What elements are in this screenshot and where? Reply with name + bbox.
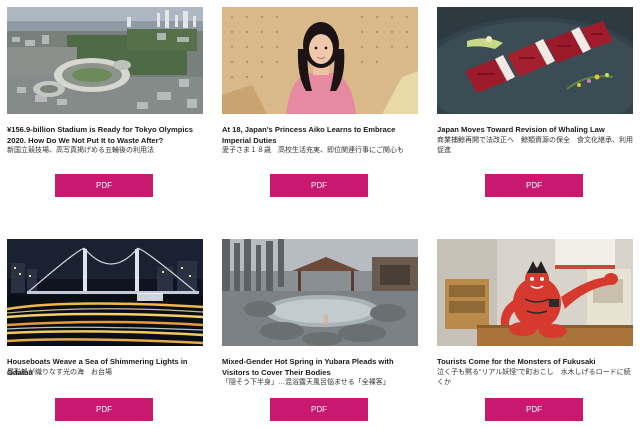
article-subtitle: 泣く子も黙る“リアル妖怪”で町おこし 水木しげるロードに続くか — [437, 369, 631, 386]
article-subtitle: 「隠そう下半身」…混浴露天風呂悩ませる「全裸客」 — [222, 379, 390, 386]
monster-statue-thumbnail[interactable] — [437, 239, 633, 346]
article-subtitle: 新国立競技場、高写真掲げめる五輪後の利用法 — [7, 147, 154, 154]
article-subtitle: 屋形船が織りなす光の海 お台場 — [7, 369, 112, 376]
article-title[interactable]: At 18, Japan's Princess Aiko Learns to E… — [222, 125, 418, 146]
article-title[interactable]: Japan Moves Toward Revision of Whaling L… — [437, 125, 633, 136]
article-grid: ¥156.9-billion Stadium is Ready for Toky… — [0, 0, 640, 428]
pdf-button[interactable]: PDF — [485, 398, 583, 421]
princess-thumbnail[interactable] — [222, 7, 418, 114]
pdf-button[interactable]: PDF — [55, 174, 153, 197]
stadium-thumbnail[interactable] — [7, 7, 203, 114]
article-subtitle: 商業捕鯨再開で法改正へ 鯨類資源の保全 食文化継承、利用促進 — [437, 137, 633, 154]
whale-dish-thumbnail[interactable] — [437, 7, 633, 114]
hot-spring-thumbnail[interactable] — [222, 239, 418, 346]
article-title[interactable]: Mixed-Gender Hot Spring in Yubara Pleads… — [222, 357, 418, 378]
odaiba-night-thumbnail[interactable] — [7, 239, 203, 346]
article-title[interactable]: ¥156.9-billion Stadium is Ready for Toky… — [7, 125, 203, 146]
article-subtitle: 愛子さま１８歳 高校生活充実、即位関連行事にご関心も — [222, 147, 404, 154]
pdf-button[interactable]: PDF — [55, 398, 153, 421]
pdf-button[interactable]: PDF — [270, 398, 368, 421]
pdf-button[interactable]: PDF — [270, 174, 368, 197]
article-title[interactable]: Tourists Come for the Monsters of Fukusa… — [437, 357, 633, 368]
pdf-button[interactable]: PDF — [485, 174, 583, 197]
